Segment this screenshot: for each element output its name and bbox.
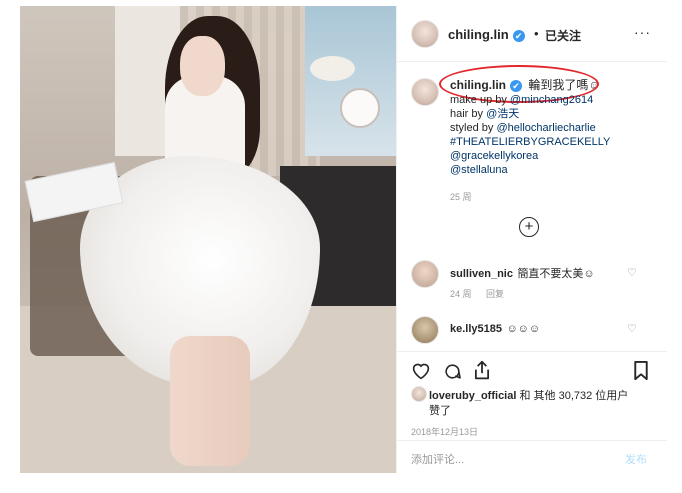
- mention-link[interactable]: @minchang2614: [510, 94, 593, 106]
- comment-username[interactable]: sulliven_nic: [450, 268, 513, 280]
- comment-text: ☺☺☺: [506, 323, 541, 335]
- comment-icon[interactable]: [443, 362, 462, 381]
- photo-window: [305, 6, 396, 156]
- following-button[interactable]: 已关注: [545, 27, 581, 44]
- post-date: 2018年12月13日: [411, 427, 479, 437]
- mention-link[interactable]: @hellocharliecharlie: [496, 122, 595, 134]
- author-username-text[interactable]: chiling.lin: [448, 27, 509, 42]
- load-more-comments-icon[interactable]: +: [519, 217, 539, 237]
- comment-meta: 24 周 回复: [450, 287, 504, 300]
- author-username[interactable]: chiling.lin ✔: [448, 27, 525, 42]
- author-avatar[interactable]: [411, 20, 439, 48]
- credit-prefix: hair by: [450, 108, 487, 120]
- commenter-avatar[interactable]: [411, 316, 439, 344]
- caption-credit-line: @stellaluna: [450, 163, 508, 177]
- likes-summary: loveruby_official 和 其他 30,732 位用户: [429, 387, 628, 403]
- comment-item: ke.lly5185 ☺☺☺: [450, 319, 540, 337]
- caption-credit-line: @gracekellykorea: [450, 149, 538, 163]
- likes-count-text[interactable]: 和 其他 30,732 位用户: [516, 390, 628, 402]
- liker-username[interactable]: loveruby_official: [429, 390, 516, 402]
- comment-time: 24 周: [450, 289, 472, 299]
- caption-avatar[interactable]: [411, 78, 439, 106]
- photo-mirror: [340, 88, 380, 128]
- comment-text: 簡直不要太美☺: [517, 268, 595, 280]
- comment-like-heart-icon[interactable]: ♡: [627, 322, 637, 335]
- bookmark-icon[interactable]: [633, 360, 649, 381]
- share-icon[interactable]: [473, 360, 491, 381]
- mention-link[interactable]: @stellaluna: [450, 164, 508, 176]
- comment-username[interactable]: ke.lly5185: [450, 323, 502, 335]
- comment-like-heart-icon[interactable]: ♡: [627, 266, 637, 279]
- liker-avatar[interactable]: [411, 386, 427, 402]
- mention-link[interactable]: @浩天: [486, 108, 519, 120]
- photo-lamp: [310, 56, 355, 81]
- more-options-icon[interactable]: ···: [634, 24, 651, 40]
- comment-input[interactable]: 添加评论...: [411, 451, 464, 467]
- credit-prefix: styled by: [450, 122, 497, 134]
- photo-legs: [170, 336, 250, 466]
- separator-dot: •: [534, 26, 539, 41]
- hashtag-link[interactable]: #THEATELIERBYGRACEKELLY: [450, 136, 610, 148]
- credit-prefix: make up by: [450, 94, 510, 106]
- verified-icon: ✔: [512, 29, 525, 42]
- caption-timestamp: 25 周: [450, 192, 472, 202]
- comment-input-row: 添加评论... 发布: [397, 440, 667, 474]
- commenter-avatar[interactable]: [411, 260, 439, 288]
- comment-item: sulliven_nic 簡直不要太美☺: [450, 264, 595, 282]
- caption-credit-line: hair by @浩天: [450, 107, 519, 121]
- photo-face: [180, 36, 225, 96]
- likes-summary-tail: 赞了: [429, 405, 451, 417]
- reply-button[interactable]: 回复: [486, 289, 504, 299]
- mention-link[interactable]: @gracekellykorea: [450, 150, 538, 162]
- action-bar: [397, 351, 667, 381]
- caption-credit-line: styled by @hellocharliecharlie: [450, 121, 596, 135]
- heart-icon[interactable]: [411, 362, 431, 380]
- post-comment-button[interactable]: 发布: [625, 451, 647, 467]
- post-side-panel: chiling.lin ✔ • 已关注 ··· chiling.lin ✔ 輪到我了…: [396, 6, 667, 473]
- post-photo[interactable]: [20, 6, 396, 473]
- caption-credit-line: #THEATELIERBYGRACEKELLY: [450, 135, 610, 149]
- caption-credit-line: make up by @minchang2614: [450, 93, 593, 107]
- post-header: chiling.lin ✔ • 已关注 ···: [397, 6, 667, 62]
